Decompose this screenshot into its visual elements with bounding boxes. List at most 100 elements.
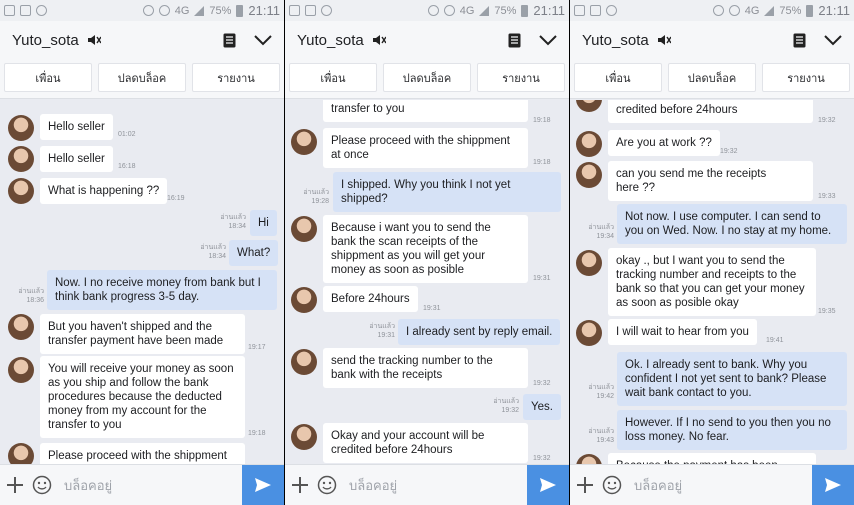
battery-percent: 75% [779, 4, 802, 17]
emoji-icon[interactable] [315, 475, 339, 495]
signal-icon [194, 5, 205, 16]
message-list: credited before 24hours 19:32 Are you at… [570, 100, 854, 464]
message-time: 19:18 [533, 159, 551, 166]
read-receipt: อ่านแล้ว [588, 384, 614, 391]
contact-avatar [576, 250, 602, 276]
unblock-button[interactable]: ปลดบล็อค [668, 63, 756, 92]
chat-screen: 4G 75% 21:11 Yuto_sota เพื่อน ปลดบล็อค ร… [285, 0, 569, 505]
outgoing-message: I shipped. Why you think I not yet shipp… [333, 172, 561, 212]
incoming-message: Please proceed with the shippment at onc… [323, 128, 528, 168]
chat-screen: 4G 75% 21:11 Yuto_sota เพื่อน ปลดบล็อค ร… [570, 0, 854, 505]
incoming-message: I will wait to hear from you [608, 319, 757, 345]
send-button[interactable] [812, 464, 854, 505]
action-bar: เพื่อน ปลดบล็อค รายงาน [285, 59, 569, 99]
contact-avatar [8, 115, 34, 141]
outgoing-message: Yes. [523, 394, 561, 420]
message-input[interactable]: บล็อคอยู่ [349, 475, 527, 496]
outgoing-message: Not now. I use computer. I can send to y… [617, 204, 847, 244]
chevron-down-icon[interactable] [824, 34, 842, 46]
chevron-down-icon[interactable] [539, 34, 557, 46]
battery-percent: 75% [209, 4, 232, 17]
message-time: 18:34 [228, 223, 246, 230]
message-time: 19:18 [248, 430, 266, 437]
bluetooth-icon [142, 5, 154, 16]
bluetooth-icon [712, 5, 724, 16]
battery-icon [521, 4, 529, 17]
note-icon[interactable] [793, 33, 806, 48]
emoji-icon[interactable] [600, 475, 624, 495]
message-input[interactable]: บล็อคอยู่ [64, 475, 242, 496]
alarm-icon [443, 5, 455, 16]
message-time: 18:34 [208, 253, 226, 260]
contact-avatar [291, 216, 317, 242]
composer-bar: บล็อคอยู่ [570, 464, 854, 505]
note-icon[interactable] [223, 33, 236, 48]
report-button[interactable]: รายงาน [192, 63, 280, 92]
contact-avatar [576, 454, 602, 464]
read-receipt: อ่านแล้ว [588, 224, 614, 231]
signal-icon [479, 5, 490, 16]
chevron-down-icon[interactable] [254, 34, 272, 46]
message-list: Hello seller 01:02 Hello seller 16:18 Wh… [0, 100, 284, 464]
gallery-icon [574, 5, 585, 16]
emoji-icon[interactable] [30, 475, 54, 495]
sync-icon [321, 5, 332, 16]
incoming-message: can you send me the receipts here ?? [608, 161, 813, 201]
send-icon [825, 478, 841, 492]
friend-button[interactable]: เพื่อน [4, 63, 92, 92]
mute-icon [372, 33, 387, 47]
contact-avatar [8, 357, 34, 383]
contact-avatar [8, 314, 34, 340]
plus-icon[interactable] [0, 476, 30, 494]
plus-icon[interactable] [285, 476, 315, 494]
incoming-message: Before 24hours [323, 286, 418, 312]
read-receipt: อ่านแล้ว [200, 244, 226, 251]
plus-icon[interactable] [570, 476, 600, 494]
send-icon [540, 478, 556, 492]
message-time: 19:28 [311, 198, 329, 205]
note-icon[interactable] [508, 33, 521, 48]
friend-button[interactable]: เพื่อน [574, 63, 662, 92]
incoming-message: credited before 24hours [608, 100, 813, 123]
contact-avatar [291, 349, 317, 375]
clock: 21:11 [818, 3, 850, 18]
battery-icon [236, 4, 244, 17]
send-button[interactable] [242, 464, 284, 505]
composer-bar: บล็อคอยู่ [0, 464, 284, 505]
message-time: 19:31 [423, 305, 441, 312]
contact-avatar [8, 178, 34, 204]
report-button[interactable]: รายงาน [477, 63, 565, 92]
unblock-button[interactable]: ปลดบล็อค [98, 63, 186, 92]
message-time: 19:33 [818, 193, 836, 200]
contact-name: Yuto_sota [582, 31, 649, 49]
contact-avatar [576, 320, 602, 346]
alarm-icon [158, 5, 170, 16]
message-list: transfer to you 19:18 Please proceed wit… [285, 100, 569, 464]
sync-icon [606, 5, 617, 16]
message-time: 19:42 [596, 393, 614, 400]
message-time: 19:43 [596, 437, 614, 444]
sync-icon [36, 5, 47, 16]
friend-button[interactable]: เพื่อน [289, 63, 377, 92]
status-bar: 4G 75% 21:11 [285, 0, 569, 21]
message-time: 19:31 [377, 332, 395, 339]
alarm-icon [728, 5, 740, 16]
incoming-message: Because i want you to send the bank the … [323, 215, 528, 283]
message-input[interactable]: บล็อคอยู่ [634, 475, 812, 496]
signal-icon [764, 5, 775, 16]
contact-avatar [291, 287, 317, 313]
contact-avatar [8, 443, 34, 464]
send-button[interactable] [527, 464, 569, 505]
report-button[interactable]: รายงาน [762, 63, 850, 92]
mute-icon [657, 33, 672, 47]
network-type: 4G [744, 4, 760, 17]
message-time: 19:32 [818, 117, 836, 124]
message-time: 19:18 [533, 117, 551, 124]
outgoing-message: I already sent by reply email. [398, 319, 561, 345]
action-bar: เพื่อน ปลดบล็อค รายงาน [0, 59, 284, 99]
unblock-button[interactable]: ปลดบล็อค [383, 63, 471, 92]
message-time: 19:35 [818, 308, 836, 315]
action-bar: เพื่อน ปลดบล็อค รายงาน [570, 59, 854, 99]
gallery-icon [289, 5, 300, 16]
clock: 21:11 [248, 3, 280, 18]
